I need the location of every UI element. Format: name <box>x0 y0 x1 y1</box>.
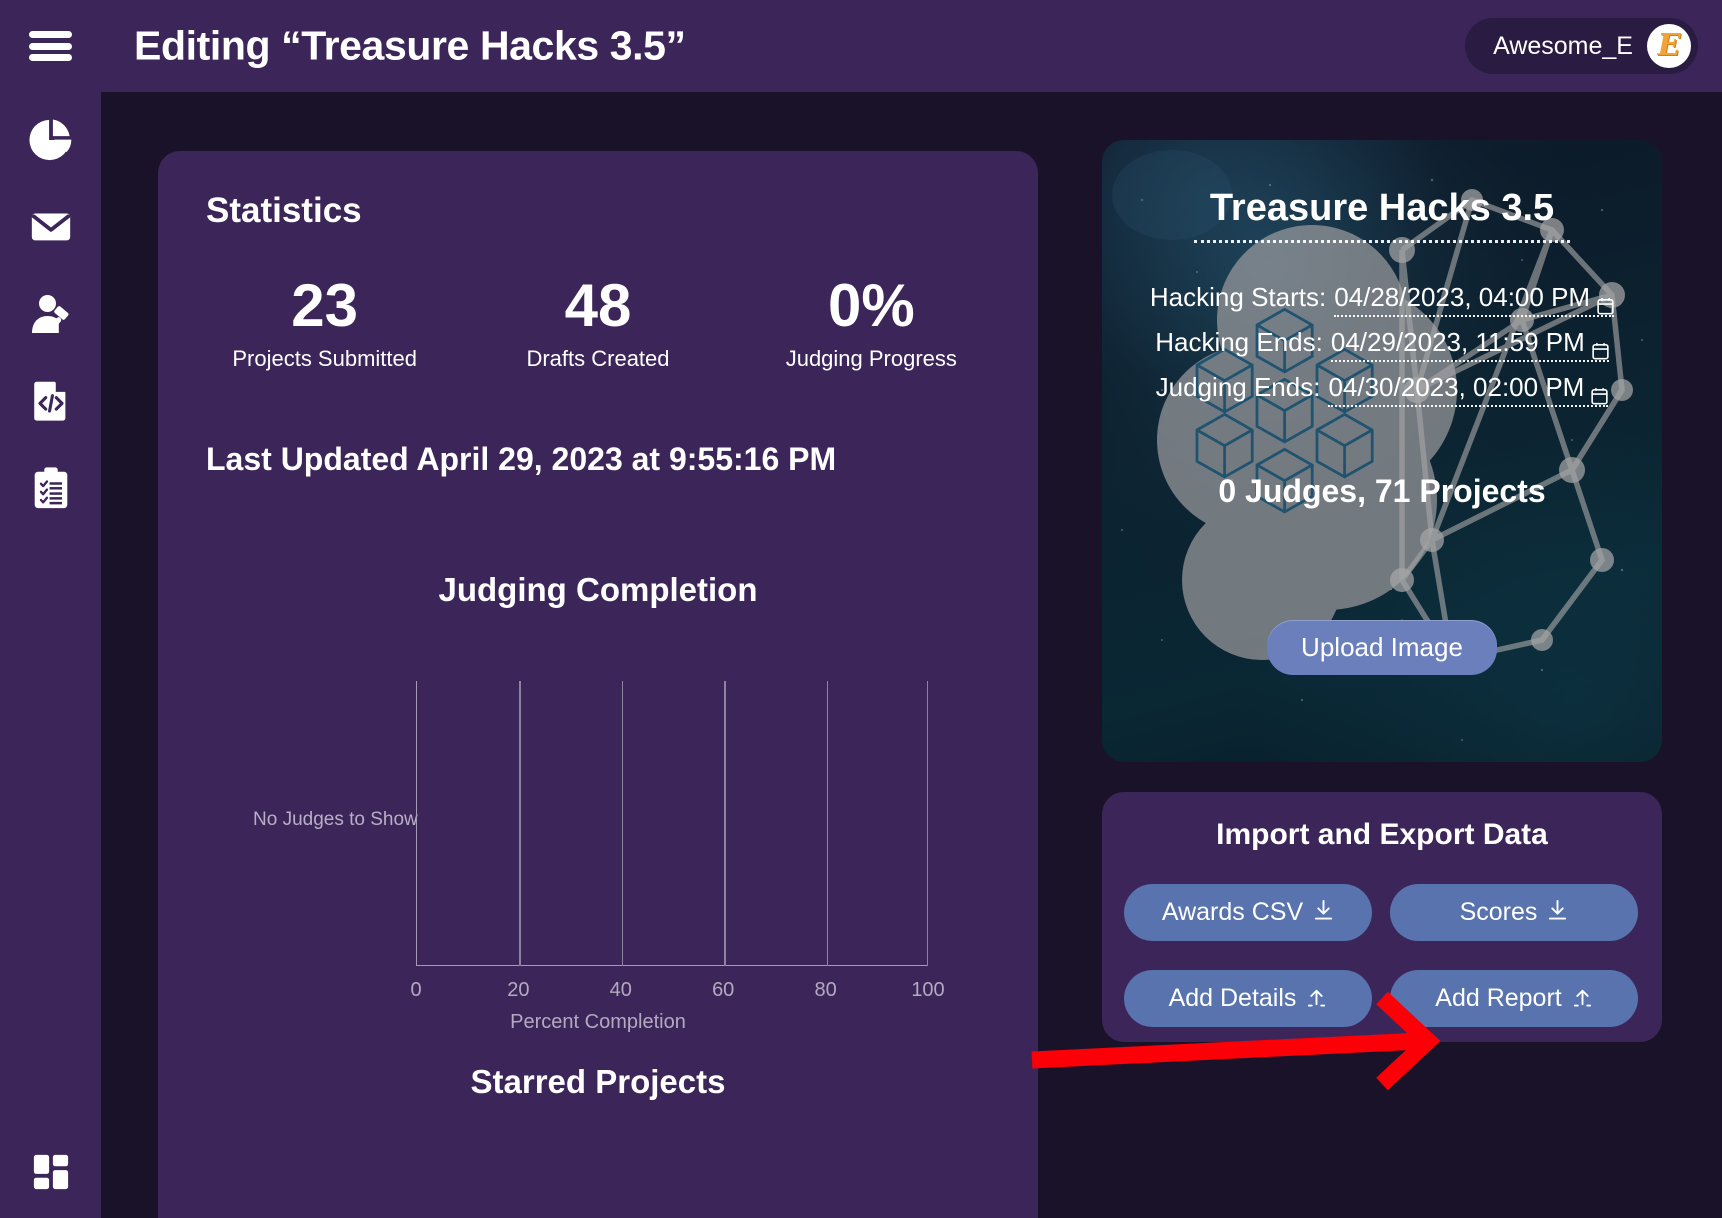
pie-chart-icon <box>28 117 74 163</box>
user-badge[interactable]: Awesome_E E <box>1465 18 1698 74</box>
clipboard-checklist-icon <box>28 465 74 511</box>
sidebar-item-mail[interactable] <box>0 190 101 262</box>
calendar-icon[interactable] <box>1597 291 1614 314</box>
sidebar-item-tasks[interactable] <box>0 448 101 528</box>
event-title-underline <box>1194 240 1570 243</box>
page-title: Editing “Treasure Hacks 3.5” <box>134 22 686 69</box>
avatar: E <box>1647 24 1691 68</box>
stat-judging-progress: 0% Judging Progress <box>735 271 1008 372</box>
code-file-icon <box>28 377 74 423</box>
chart-xtick: 100 <box>911 979 945 1001</box>
envelope-icon <box>28 203 74 249</box>
hacking-ends-field[interactable]: 04/29/2023, 11:59 PM <box>1330 327 1609 362</box>
chart-xtick: 60 <box>712 979 735 1001</box>
calendar-icon[interactable] <box>1591 381 1608 404</box>
sidebar-item-dashboard[interactable] <box>0 1140 101 1204</box>
download-icon <box>1313 899 1334 926</box>
stat-label: Projects Submitted <box>232 346 417 371</box>
judging-ends-label: Judging Ends: <box>1155 372 1321 402</box>
sidebar-item-judges[interactable] <box>0 276 101 354</box>
statistics-card: Statistics 23 Projects Submitted 48 Draf… <box>158 151 1038 1218</box>
scores-label: Scores <box>1459 898 1538 926</box>
hacking-ends-row: Hacking Ends: 04/29/2023, 11:59 PM <box>1102 327 1662 362</box>
last-updated-text: Last Updated April 29, 2023 at 9:55:16 P… <box>206 441 837 477</box>
judging-completion-chart: No Judges to Show 0 20 40 60 80 100 Perc… <box>158 621 1038 1041</box>
statistics-title: Statistics <box>206 191 362 230</box>
hamburger-bar <box>29 31 72 38</box>
stat-label: Drafts Created <box>526 346 670 371</box>
hacking-starts-value: 04/28/2023, 04:00 PM <box>1334 282 1591 312</box>
judging-ends-value: 04/30/2023, 02:00 PM <box>1328 372 1585 402</box>
upload-icon <box>1572 985 1593 1012</box>
add-details-button[interactable]: Add Details <box>1124 970 1372 1027</box>
sidebar <box>0 0 101 1218</box>
main-content: Statistics 23 Projects Submitted 48 Draf… <box>101 92 1722 1218</box>
hacking-starts-row: Hacking Starts: 04/28/2023, 04:00 PM <box>1102 282 1662 317</box>
awards-csv-button[interactable]: Awards CSV <box>1124 884 1372 941</box>
top-header: Editing “Treasure Hacks 3.5” Awesome_E E <box>101 0 1722 92</box>
hamburger-bar <box>29 42 72 50</box>
chart-xtick: 40 <box>609 979 632 1001</box>
statistics-row: 23 Projects Submitted 48 Drafts Created … <box>188 271 1008 372</box>
chart-x-axis-label: Percent Completion <box>510 1011 686 1033</box>
chart-gridline <box>724 681 726 966</box>
hamburger-icon[interactable] <box>0 0 101 92</box>
hacking-ends-label: Hacking Ends: <box>1155 327 1323 357</box>
chart-xtick: 0 <box>410 979 422 1001</box>
chart-xtick: 80 <box>814 979 837 1001</box>
event-card: Treasure Hacks 3.5 Hacking Starts: 04/28… <box>1102 140 1662 762</box>
stat-label: Judging Progress <box>785 346 957 371</box>
judging-ends-row: Judging Ends: 04/30/2023, 02:00 PM <box>1102 372 1662 407</box>
download-icon <box>1547 899 1568 926</box>
chart-gridline <box>519 681 521 966</box>
dashboard-grid-icon <box>32 1153 70 1191</box>
chart-plot-area <box>416 681 928 966</box>
chart-title: Judging Completion <box>438 571 758 608</box>
hacking-starts-field[interactable]: 04/28/2023, 04:00 PM <box>1334 282 1615 317</box>
add-report-button[interactable]: Add Report <box>1390 970 1638 1027</box>
chart-gridline <box>926 681 928 966</box>
stat-drafts-created: 48 Drafts Created <box>461 271 734 372</box>
stat-projects-submitted: 23 Projects Submitted <box>188 271 461 372</box>
judging-ends-field[interactable]: 04/30/2023, 02:00 PM <box>1328 372 1609 407</box>
add-details-label: Add Details <box>1168 984 1297 1012</box>
starred-projects-title: Starred Projects <box>470 1063 726 1100</box>
scores-button[interactable]: Scores <box>1390 884 1638 941</box>
upload-image-button[interactable]: Upload Image <box>1267 620 1497 675</box>
chart-gridline <box>826 681 829 966</box>
hamburger-bar <box>29 54 72 61</box>
stat-value: 48 <box>564 272 632 339</box>
user-name: Awesome_E <box>1493 31 1633 60</box>
add-report-label: Add Report <box>1435 984 1562 1012</box>
hacking-starts-label: Hacking Starts: <box>1149 282 1327 312</box>
sidebar-item-projects[interactable] <box>0 362 101 438</box>
import-export-card: Import and Export Data Awards CSV Scores <box>1102 792 1662 1042</box>
stat-value: 23 <box>291 272 359 339</box>
judges-projects-count: 0 Judges, 71 Projects <box>1218 473 1546 509</box>
hacking-ends-value: 04/29/2023, 11:59 PM <box>1330 327 1585 357</box>
awards-csv-label: Awards CSV <box>1161 898 1304 926</box>
calendar-icon[interactable] <box>1592 336 1609 359</box>
stat-value: 0% <box>827 272 915 339</box>
sidebar-item-analytics[interactable] <box>0 104 101 176</box>
judge-gavel-icon <box>27 291 75 339</box>
event-title: Treasure Hacks 3.5 <box>1209 187 1555 229</box>
chart-xtick: 20 <box>507 979 530 1001</box>
app-root: Editing “Treasure Hacks 3.5” Awesome_E E… <box>0 0 1722 1218</box>
import-export-title: Import and Export Data <box>1216 818 1548 851</box>
chart-empty-message: No Judges to Show <box>253 809 418 830</box>
upload-icon <box>1306 985 1327 1012</box>
chart-gridline <box>621 681 624 966</box>
